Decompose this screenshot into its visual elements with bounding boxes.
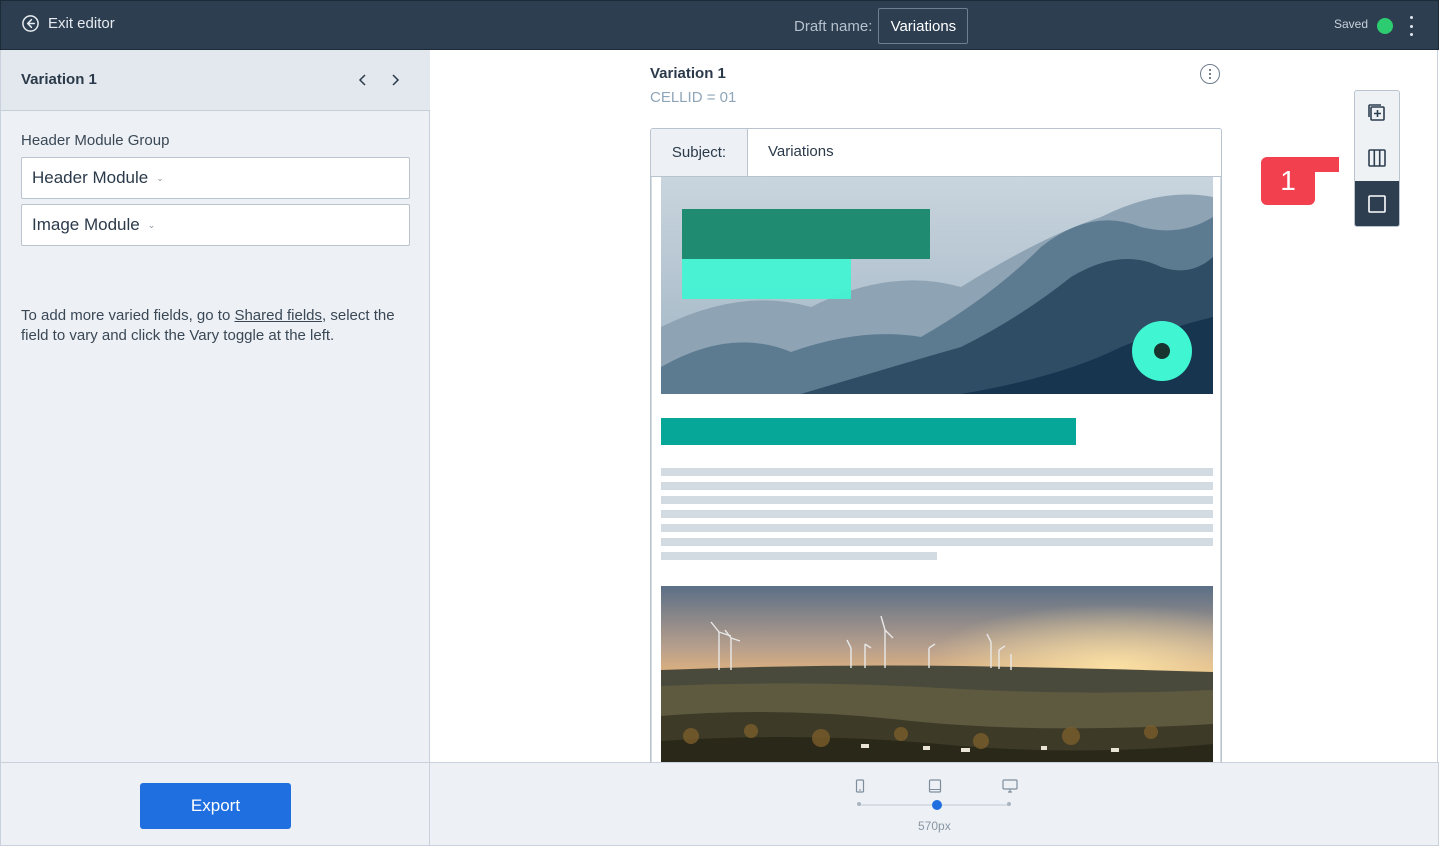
width-slider-handle[interactable] — [932, 800, 942, 810]
previous-variation-button[interactable] — [353, 70, 373, 90]
step-callout-badge: 1 — [1261, 157, 1315, 205]
text-line-placeholder — [661, 538, 1213, 546]
headline-placeholder — [661, 418, 1076, 445]
image-module-label: Image Module — [32, 215, 140, 234]
tablet-preview-button[interactable] — [928, 779, 942, 793]
canvas-variation-title: Variation 1 — [650, 65, 726, 82]
exit-editor-label: Exit editor — [48, 15, 115, 32]
text-line-placeholder — [661, 510, 1213, 518]
chevron-down-icon: ⌄ — [156, 172, 164, 183]
shared-fields-link[interactable]: Shared fields — [234, 307, 322, 324]
top-bar: Exit editor Draft name: Variations Saved — [0, 0, 1439, 50]
preview-width-label: 570px — [918, 819, 951, 833]
desktop-icon — [1002, 779, 1018, 793]
email-preview: Subject: Variations — [650, 128, 1222, 768]
cell-id-label: CELLID = 01 — [650, 89, 737, 106]
add-block-icon — [1368, 104, 1385, 121]
email-body — [651, 177, 1221, 767]
columns-button[interactable] — [1355, 136, 1399, 180]
text-line-placeholder — [661, 482, 1213, 490]
variation-header: Variation 1 — [1, 50, 430, 111]
exit-editor-button[interactable]: Exit editor — [21, 14, 115, 33]
subject-value[interactable]: Variations — [768, 143, 834, 160]
wind-turbine-image[interactable] — [661, 586, 1213, 766]
chevron-down-icon: ⌄ — [147, 219, 156, 230]
layout-toolbar — [1354, 90, 1400, 227]
variation-title: Variation 1 — [21, 71, 97, 88]
saved-status-indicator — [1377, 18, 1393, 34]
header-module-select[interactable]: Header Module ⌄ — [21, 157, 410, 199]
desktop-preview-button[interactable] — [1002, 779, 1018, 793]
mobile-icon — [855, 779, 865, 793]
text-line-placeholder — [661, 524, 1213, 532]
saved-status-label: Saved — [1334, 17, 1369, 31]
back-circle-icon — [22, 15, 39, 32]
mountain-landscape-image — [661, 177, 1213, 394]
slider-tick — [1007, 802, 1011, 806]
subject-label: Subject: — [651, 129, 748, 176]
draft-name-label: Draft name: — [794, 17, 873, 35]
next-variation-button[interactable] — [385, 70, 405, 90]
draft-name-input[interactable]: Variations — [878, 8, 969, 44]
chevron-left-icon — [358, 74, 366, 86]
variation-panel: Variation 1 Header Module Group Header M… — [0, 50, 430, 762]
slider-tick — [857, 802, 861, 806]
variation-menu-icon[interactable] — [1200, 64, 1220, 84]
more-options-icon[interactable] — [1403, 16, 1419, 36]
add-block-button[interactable] — [1355, 91, 1399, 135]
export-button[interactable]: Export — [140, 783, 291, 829]
vary-fields-hint: To add more varied fields, go to Shared … — [21, 306, 411, 346]
wind-farm-sunset-image — [661, 586, 1213, 766]
draft-name: Draft name: Variations — [794, 8, 969, 44]
subject-row: Subject: Variations — [651, 129, 1221, 177]
header-module-label: Header Module — [32, 168, 149, 187]
text-line-placeholder — [661, 496, 1213, 504]
hint-text: To add more varied fields, go to — [21, 307, 235, 324]
preview-width-bar: 570px — [430, 762, 1439, 846]
text-line-placeholder — [661, 552, 937, 560]
module-group-label: Header Module Group — [21, 132, 170, 149]
sidebar-footer: Export — [0, 762, 430, 846]
columns-icon — [1368, 149, 1386, 167]
single-column-icon — [1368, 195, 1386, 213]
mobile-preview-button[interactable] — [855, 779, 865, 793]
single-column-button[interactable] — [1355, 181, 1399, 226]
image-module-select[interactable]: Image Module ⌄ — [21, 204, 410, 246]
text-line-placeholder — [661, 468, 1213, 476]
chevron-right-icon — [392, 74, 400, 86]
tablet-icon — [928, 779, 942, 793]
hero-image[interactable] — [661, 177, 1213, 394]
